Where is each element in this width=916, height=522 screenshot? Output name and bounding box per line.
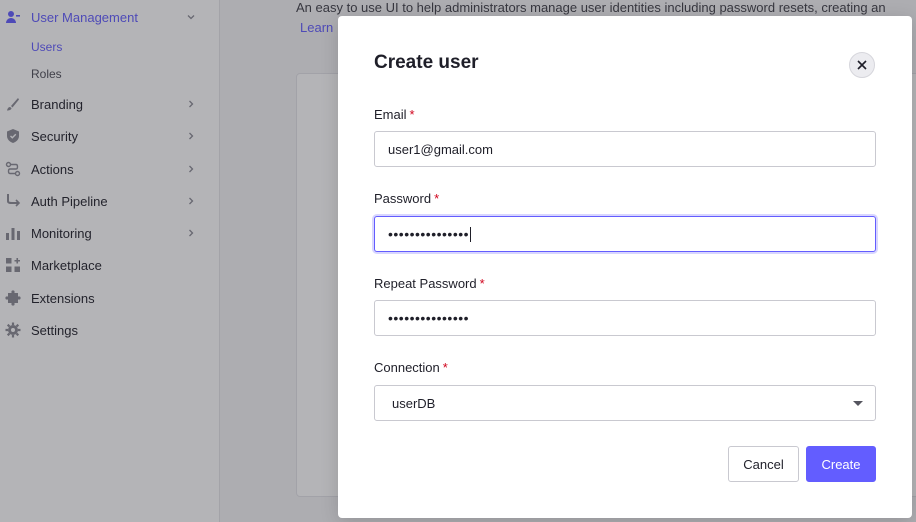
repeat-password-field[interactable]: ••••••••••••••• bbox=[374, 300, 876, 336]
email-field[interactable]: user1@gmail.com bbox=[374, 131, 876, 167]
required-marker: * bbox=[479, 276, 485, 291]
connection-label: Connection * bbox=[374, 360, 448, 375]
password-label: Password * bbox=[374, 191, 439, 206]
cancel-button[interactable]: Cancel bbox=[728, 446, 799, 482]
email-label: Email * bbox=[374, 107, 415, 122]
email-value: user1@gmail.com bbox=[388, 141, 493, 157]
password-label-text: Password bbox=[374, 191, 432, 206]
close-icon bbox=[857, 60, 867, 70]
repeat-password-value: ••••••••••••••• bbox=[388, 310, 470, 326]
password-value: ••••••••••••••• bbox=[388, 226, 470, 242]
connection-select[interactable]: userDB bbox=[374, 385, 876, 421]
email-label-text: Email bbox=[374, 107, 407, 122]
repeat-password-label: Repeat Password * bbox=[374, 276, 485, 291]
caret-down-icon bbox=[853, 401, 863, 406]
required-marker: * bbox=[442, 360, 448, 375]
create-button[interactable]: Create bbox=[806, 446, 876, 482]
create-user-dialog: Create user Email * user1@gmail.com Passw… bbox=[338, 16, 912, 518]
required-marker: * bbox=[409, 107, 415, 122]
close-button[interactable] bbox=[849, 52, 875, 78]
text-cursor bbox=[470, 226, 472, 242]
required-marker: * bbox=[434, 191, 440, 206]
connection-label-text: Connection bbox=[374, 360, 440, 375]
repeat-password-label-text: Repeat Password bbox=[374, 276, 477, 291]
dialog-title: Create user bbox=[374, 52, 479, 73]
password-field[interactable]: ••••••••••••••• bbox=[374, 216, 876, 252]
connection-value: userDB bbox=[392, 395, 436, 411]
